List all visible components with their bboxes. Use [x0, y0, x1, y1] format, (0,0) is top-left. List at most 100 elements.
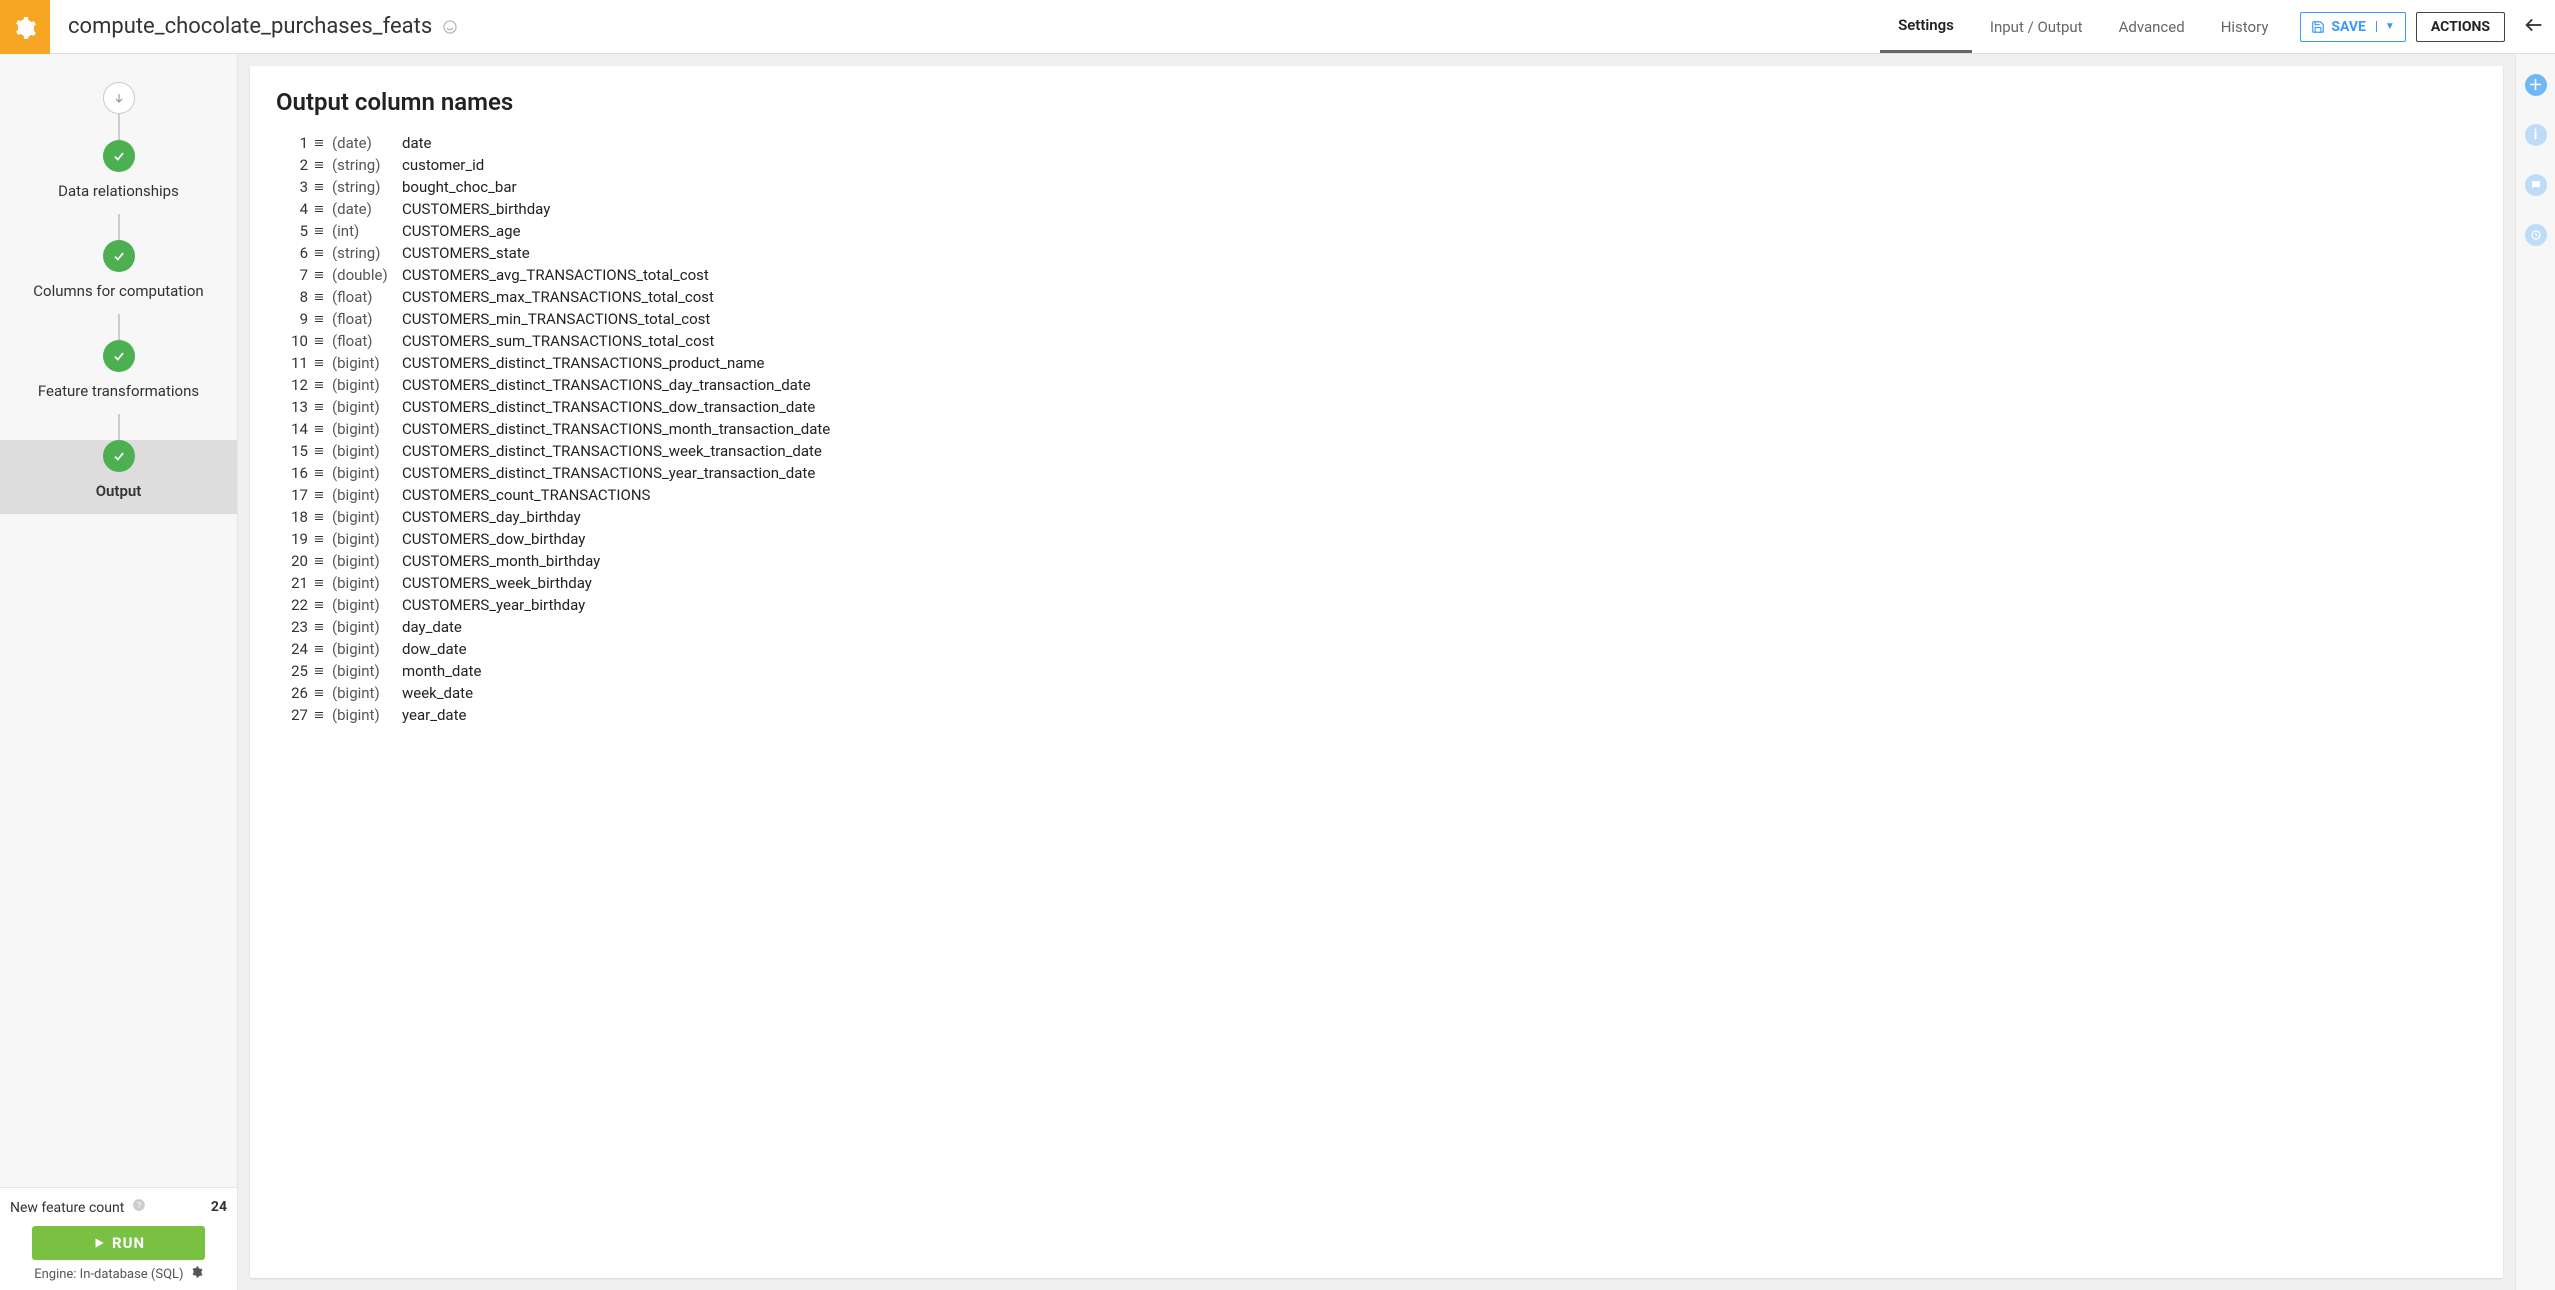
- output-column-row[interactable]: 9(float)CUSTOMERS_min_TRANSACTIONS_total…: [276, 308, 2477, 330]
- drag-handle-icon[interactable]: [308, 445, 328, 457]
- run-label: RUN: [112, 1234, 145, 1252]
- drag-handle-icon[interactable]: [308, 379, 328, 391]
- output-column-row[interactable]: 2(string)customer_id: [276, 154, 2477, 176]
- column-index: 25: [276, 662, 308, 680]
- column-name: CUSTOMERS_month_birthday: [388, 552, 600, 570]
- drag-handle-icon[interactable]: [308, 269, 328, 281]
- column-index: 12: [276, 376, 308, 394]
- tab-history[interactable]: History: [2203, 0, 2287, 53]
- drag-handle-icon[interactable]: [308, 555, 328, 567]
- recipe-icon[interactable]: [0, 0, 50, 54]
- output-column-row[interactable]: 20(bigint)CUSTOMERS_month_birthday: [276, 550, 2477, 572]
- step-label: Columns for computation: [33, 282, 203, 300]
- help-icon[interactable]: ?: [132, 1200, 146, 1216]
- drag-handle-icon[interactable]: [308, 621, 328, 633]
- drag-handle-icon[interactable]: [308, 533, 328, 545]
- column-index: 1: [276, 134, 308, 152]
- drag-handle-icon[interactable]: [308, 225, 328, 237]
- sidebar-step-transforms[interactable]: Feature transformations: [0, 340, 237, 414]
- rail-add-icon[interactable]: ＋: [2525, 74, 2547, 96]
- drag-handle-icon[interactable]: [308, 181, 328, 193]
- output-column-row[interactable]: 22(bigint)CUSTOMERS_year_birthday: [276, 594, 2477, 616]
- column-index: 22: [276, 596, 308, 614]
- output-column-row[interactable]: 15(bigint)CUSTOMERS_distinct_TRANSACTION…: [276, 440, 2477, 462]
- column-type: (bigint): [328, 706, 388, 724]
- output-column-row[interactable]: 23(bigint)day_date: [276, 616, 2477, 638]
- column-name: CUSTOMERS_age: [388, 222, 521, 240]
- column-name: customer_id: [388, 156, 484, 174]
- drag-handle-icon[interactable]: [308, 335, 328, 347]
- sidebar-step-relationships[interactable]: Data relationships: [0, 140, 237, 214]
- drag-handle-icon[interactable]: [308, 357, 328, 369]
- back-arrow-icon[interactable]: [2523, 14, 2545, 40]
- output-column-row[interactable]: 1(date)date: [276, 132, 2477, 154]
- engine-label: Engine: In-database (SQL): [34, 1267, 183, 1282]
- tab-advanced[interactable]: Advanced: [2101, 0, 2203, 53]
- output-column-row[interactable]: 25(bigint)month_date: [276, 660, 2477, 682]
- tab-settings[interactable]: Settings: [1880, 0, 1972, 53]
- column-index: 3: [276, 178, 308, 196]
- rail-info-icon[interactable]: i: [2525, 124, 2547, 146]
- column-name: CUSTOMERS_distinct_TRANSACTIONS_month_tr…: [388, 420, 830, 438]
- drag-handle-icon[interactable]: [308, 291, 328, 303]
- column-name: CUSTOMERS_distinct_TRANSACTIONS_product_…: [388, 354, 765, 372]
- step-label: Data relationships: [58, 182, 179, 200]
- column-name: CUSTOMERS_distinct_TRANSACTIONS_day_tran…: [388, 376, 811, 394]
- drag-handle-icon[interactable]: [308, 137, 328, 149]
- drag-handle-icon[interactable]: [308, 313, 328, 325]
- column-name: date: [388, 134, 431, 152]
- output-column-row[interactable]: 6(string)CUSTOMERS_state: [276, 242, 2477, 264]
- drag-handle-icon[interactable]: [308, 709, 328, 721]
- actions-button[interactable]: ACTIONS: [2416, 12, 2505, 42]
- tab-io[interactable]: Input / Output: [1972, 0, 2101, 53]
- drag-handle-icon[interactable]: [308, 423, 328, 435]
- output-column-row[interactable]: 14(bigint)CUSTOMERS_distinct_TRANSACTION…: [276, 418, 2477, 440]
- output-column-row[interactable]: 10(float)CUSTOMERS_sum_TRANSACTIONS_tota…: [276, 330, 2477, 352]
- output-column-row[interactable]: 17(bigint)CUSTOMERS_count_TRANSACTIONS: [276, 484, 2477, 506]
- drag-handle-icon[interactable]: [308, 489, 328, 501]
- feature-count-label: New feature count: [10, 1200, 124, 1216]
- drag-handle-icon[interactable]: [308, 401, 328, 413]
- drag-handle-icon[interactable]: [308, 687, 328, 699]
- output-column-row[interactable]: 7(double)CUSTOMERS_avg_TRANSACTIONS_tota…: [276, 264, 2477, 286]
- output-column-row[interactable]: 24(bigint)dow_date: [276, 638, 2477, 660]
- output-column-row[interactable]: 18(bigint)CUSTOMERS_day_birthday: [276, 506, 2477, 528]
- column-type: (double): [328, 266, 388, 284]
- run-button[interactable]: RUN: [32, 1226, 206, 1260]
- output-column-row[interactable]: 26(bigint)week_date: [276, 682, 2477, 704]
- column-name: CUSTOMERS_state: [388, 244, 530, 262]
- rail-history-icon[interactable]: [2525, 224, 2547, 246]
- engine-settings-icon[interactable]: [191, 1267, 203, 1282]
- drag-handle-icon[interactable]: [308, 577, 328, 589]
- column-name: CUSTOMERS_distinct_TRANSACTIONS_dow_tran…: [388, 398, 815, 416]
- column-name: week_date: [388, 684, 473, 702]
- output-column-row[interactable]: 11(bigint)CUSTOMERS_distinct_TRANSACTION…: [276, 352, 2477, 374]
- column-name: CUSTOMERS_max_TRANSACTIONS_total_cost: [388, 288, 714, 306]
- output-column-row[interactable]: 4(date)CUSTOMERS_birthday: [276, 198, 2477, 220]
- save-button[interactable]: SAVE ▼: [2300, 12, 2405, 42]
- drag-handle-icon[interactable]: [308, 643, 328, 655]
- output-column-row[interactable]: 5(int)CUSTOMERS_age: [276, 220, 2477, 242]
- output-column-row[interactable]: 8(float)CUSTOMERS_max_TRANSACTIONS_total…: [276, 286, 2477, 308]
- output-column-row[interactable]: 27(bigint)year_date: [276, 704, 2477, 726]
- sidebar-step-output[interactable]: Output: [0, 440, 237, 514]
- drag-handle-icon[interactable]: [308, 599, 328, 611]
- sidebar-step-columns[interactable]: Columns for computation: [0, 240, 237, 314]
- column-type: (bigint): [328, 684, 388, 702]
- output-column-row[interactable]: 21(bigint)CUSTOMERS_week_birthday: [276, 572, 2477, 594]
- drag-handle-icon[interactable]: [308, 467, 328, 479]
- output-column-row[interactable]: 19(bigint)CUSTOMERS_dow_birthday: [276, 528, 2477, 550]
- save-dropdown-icon[interactable]: ▼: [2376, 21, 2395, 32]
- drag-handle-icon[interactable]: [308, 665, 328, 677]
- output-column-row[interactable]: 3(string)bought_choc_bar: [276, 176, 2477, 198]
- rail-discussion-icon[interactable]: [2525, 174, 2547, 196]
- column-type: (float): [328, 332, 388, 350]
- output-column-row[interactable]: 16(bigint)CUSTOMERS_distinct_TRANSACTION…: [276, 462, 2477, 484]
- output-column-row[interactable]: 12(bigint)CUSTOMERS_distinct_TRANSACTION…: [276, 374, 2477, 396]
- drag-handle-icon[interactable]: [308, 511, 328, 523]
- column-type: (string): [328, 244, 388, 262]
- output-column-row[interactable]: 13(bigint)CUSTOMERS_distinct_TRANSACTION…: [276, 396, 2477, 418]
- drag-handle-icon[interactable]: [308, 203, 328, 215]
- drag-handle-icon[interactable]: [308, 247, 328, 259]
- drag-handle-icon[interactable]: [308, 159, 328, 171]
